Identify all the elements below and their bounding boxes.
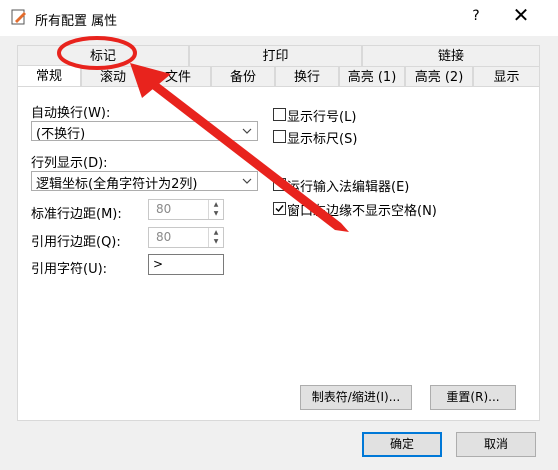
tabs-indent-button[interactable]: 制表符/缩进(I)... (300, 385, 412, 410)
std-margin-label: 标准行边距(M): (31, 207, 122, 222)
properties-dialog: 所有配置 属性 ? ✕ 标记 打印 链接 常规 滚动 文件 备份 换行 高亮 (… (0, 0, 558, 470)
std-margin-value: 80 (156, 202, 172, 216)
hide-left-space-checkbox[interactable] (273, 202, 286, 215)
quote-char-value: > (153, 257, 164, 271)
quote-char-label: 引用字符(U): (31, 262, 108, 277)
cancel-button[interactable]: 取消 (456, 432, 536, 457)
tab-print[interactable]: 打印 (189, 45, 362, 66)
ok-button[interactable]: 确定 (362, 432, 442, 457)
column-select[interactable]: 逻辑坐标(全角字符计为2列) (31, 171, 258, 192)
column-value: 逻辑坐标(全角字符计为2列) (36, 177, 198, 192)
spinner-arrows[interactable]: ▲ ▼ (208, 200, 223, 219)
tab-marks[interactable]: 标记 (17, 45, 189, 66)
window-title: 所有配置 属性 (35, 14, 118, 29)
quote-margin-spinner[interactable]: 80 ▲ ▼ (148, 227, 224, 248)
tab-display[interactable]: 显示 (473, 66, 540, 87)
autowrap-label: 自动换行(W): (31, 106, 111, 121)
app-icon (11, 9, 26, 25)
quote-margin-label: 引用行边距(Q): (31, 235, 121, 250)
run-ime-label: 运行输入法编辑器(E) (287, 180, 410, 195)
tab-file[interactable]: 文件 (145, 66, 211, 87)
tab-row-top: 标记 打印 链接 (17, 45, 540, 66)
tab-scroll[interactable]: 滚动 (81, 66, 145, 87)
tab-highlight-2[interactable]: 高亮 (2) (405, 66, 473, 87)
tab-highlight-1[interactable]: 高亮 (1) (339, 66, 405, 87)
close-button[interactable]: ✕ (511, 5, 531, 25)
title-bar: 所有配置 属性 ? ✕ (0, 0, 558, 36)
spinner-arrows[interactable]: ▲ ▼ (208, 228, 223, 247)
run-ime-checkbox[interactable] (273, 178, 286, 191)
show-line-numbers-label: 显示行号(L) (287, 110, 357, 125)
show-line-numbers-checkbox[interactable] (273, 108, 286, 121)
checkmark-icon (275, 205, 284, 213)
show-ruler-label: 显示标尺(S) (287, 132, 358, 147)
std-margin-spinner[interactable]: 80 ▲ ▼ (148, 199, 224, 220)
tab-row-bottom: 常规 滚动 文件 备份 换行 高亮 (1) 高亮 (2) 显示 (17, 65, 540, 88)
hide-left-space-label: 窗口左边缘不显示空格(N) (287, 204, 437, 219)
autowrap-select[interactable]: (不换行) (31, 121, 258, 142)
tab-links[interactable]: 链接 (362, 45, 540, 66)
chevron-down-icon (242, 178, 252, 184)
column-label: 行列显示(D): (31, 156, 108, 171)
quote-margin-value: 80 (156, 230, 172, 244)
help-button[interactable]: ? (466, 8, 486, 24)
reset-button[interactable]: 重置(R)... (430, 385, 516, 410)
autowrap-value: (不换行) (36, 127, 86, 142)
tab-wrap[interactable]: 换行 (275, 66, 339, 87)
chevron-down-icon (242, 128, 252, 134)
quote-char-input[interactable]: > (148, 254, 224, 275)
tab-backup[interactable]: 备份 (211, 66, 275, 87)
show-ruler-checkbox[interactable] (273, 130, 286, 143)
tab-general[interactable]: 常规 (17, 65, 81, 88)
